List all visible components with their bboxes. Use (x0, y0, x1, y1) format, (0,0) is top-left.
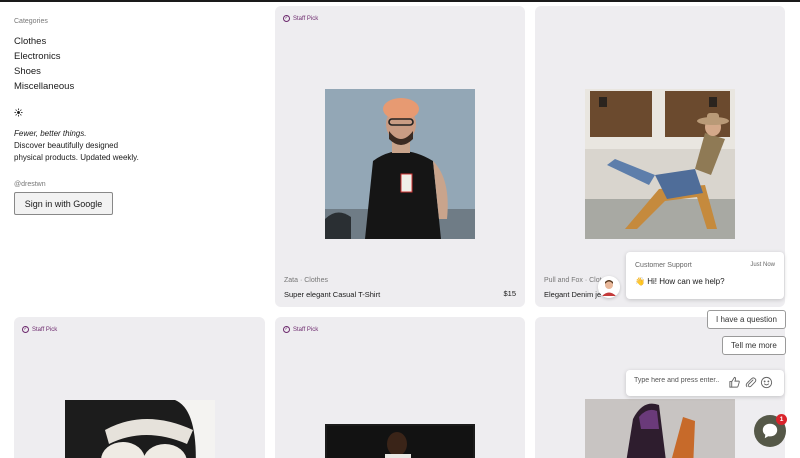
thumbs-up-icon[interactable] (728, 376, 741, 389)
support-message-body: Hi! How can we help? (647, 277, 725, 286)
staff-pick-badge: ✓ Staff Pick (283, 15, 318, 22)
support-sender: Customer Support (635, 262, 692, 269)
support-message-text: 👋 Hi! How can we help? (635, 277, 725, 286)
product-name[interactable]: Super elegant Casual T-Shirt (284, 290, 380, 299)
category-clothes[interactable]: Clothes (14, 34, 254, 49)
quick-reply-tell-more[interactable]: Tell me more (722, 336, 786, 355)
sign-in-google-button[interactable]: Sign in with Google (14, 192, 113, 215)
tagline-emphasis: Fewer, better things. (14, 129, 87, 138)
staff-pick-label: Staff Pick (293, 15, 319, 22)
product-image[interactable] (325, 89, 475, 239)
product-card[interactable]: ✓ Staff Pick (14, 317, 265, 458)
handle: @drestwn (14, 181, 46, 188)
product-price: $15 (503, 289, 516, 298)
tagline-line-1: Discover beautifully designed (14, 141, 119, 150)
product-image[interactable] (65, 400, 215, 458)
product-image[interactable] (585, 89, 735, 239)
emoji-icon[interactable] (760, 376, 773, 389)
product-image[interactable] (325, 424, 475, 458)
category-shoes[interactable]: Shoes (14, 64, 254, 79)
check-circle-icon: ✓ (283, 326, 290, 333)
chat-input-box (626, 370, 784, 396)
product-card[interactable]: ✓ Staff Pick Zata · Clothes Super elegan… (275, 6, 525, 307)
product-brand-category: Zata · Clothes (284, 277, 328, 284)
product-name[interactable]: Elegant Denim je (544, 290, 601, 299)
sidebar: Categories Clothes Electronics Shoes Mis… (14, 18, 254, 215)
staff-pick-label: Staff Pick (293, 326, 319, 333)
sun-icon (14, 108, 254, 128)
wave-icon: 👋 (635, 277, 645, 286)
top-border (0, 0, 800, 2)
category-electronics[interactable]: Electronics (14, 49, 254, 64)
category-miscellaneous[interactable]: Miscellaneous (14, 79, 254, 94)
chat-bubble-icon (762, 423, 778, 439)
check-circle-icon: ✓ (22, 326, 29, 333)
check-circle-icon: ✓ (283, 15, 290, 22)
chat-message-input[interactable] (634, 377, 730, 384)
quick-reply-question[interactable]: I have a question (707, 310, 786, 329)
unread-count-badge: 1 (776, 414, 787, 425)
staff-pick-label: Staff Pick (32, 326, 58, 333)
category-list: Clothes Electronics Shoes Miscellaneous (14, 34, 254, 94)
tagline-line-2: physical products. Updated weekly. (14, 153, 139, 162)
tagline: Fewer, better things. Discover beautiful… (14, 128, 254, 164)
categories-heading: Categories (14, 18, 48, 25)
staff-pick-badge: ✓ Staff Pick (22, 326, 57, 333)
product-brand-category: Pull and Fox · Clot (544, 277, 602, 284)
support-message: Customer Support Just Now 👋 Hi! How can … (626, 252, 784, 299)
support-avatar (598, 276, 620, 298)
product-image[interactable] (585, 399, 735, 458)
product-card[interactable]: ✓ Staff Pick (275, 317, 525, 458)
paperclip-icon[interactable] (744, 376, 757, 389)
support-timestamp: Just Now (750, 262, 775, 268)
staff-pick-badge: ✓ Staff Pick (283, 326, 318, 333)
